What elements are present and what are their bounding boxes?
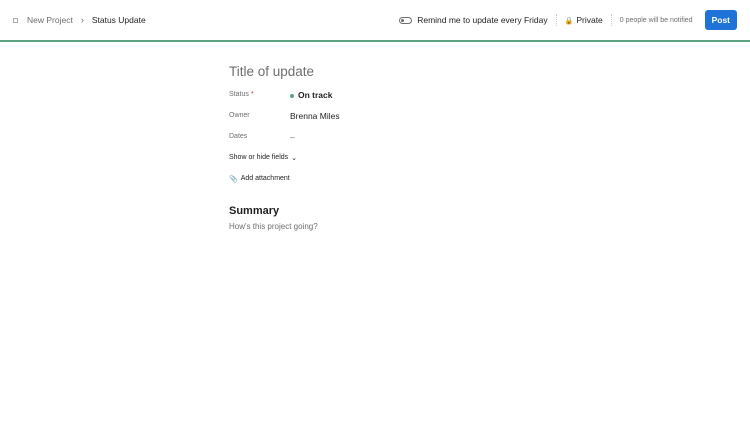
privacy-button[interactable]: 🔒 Private xyxy=(565,15,603,25)
project-icon xyxy=(13,17,18,23)
chevron-right-icon: › xyxy=(80,15,84,25)
field-label: Owner xyxy=(229,112,250,119)
attachment-label: Add attachment xyxy=(240,175,290,182)
post-button[interactable]: Post xyxy=(704,10,737,30)
field-status: Status * On track xyxy=(229,84,529,105)
chevron-down-icon: ⌄ xyxy=(291,154,298,162)
divider xyxy=(610,14,612,26)
summary-heading: Summary xyxy=(229,205,280,217)
privacy-label: Private xyxy=(576,15,603,25)
update-form: Title of update Status * On track Owner … xyxy=(229,64,529,231)
remind-toggle[interactable] xyxy=(399,16,413,24)
field-label: Status xyxy=(229,91,249,98)
divider xyxy=(555,14,557,26)
top-bar: New Project › Status Update Remind me to… xyxy=(0,0,750,40)
field-dates: Dates – xyxy=(229,126,529,147)
dates-value[interactable]: – xyxy=(290,132,295,142)
breadcrumb-project[interactable]: New Project xyxy=(27,15,73,25)
status-value: On track xyxy=(298,89,333,100)
title-input[interactable]: Title of update xyxy=(229,64,529,84)
notify-count: 0 people will be notified xyxy=(619,16,693,24)
status-dot-icon xyxy=(290,93,294,98)
remind-label: Remind me to update every Friday xyxy=(417,15,548,25)
show-hide-label: Show or hide fields xyxy=(229,154,289,161)
show-hide-fields-button[interactable]: Show or hide fields ⌄ xyxy=(229,147,529,168)
required-mark: * xyxy=(250,91,254,98)
field-label: Dates xyxy=(229,133,248,140)
field-owner: Owner Brenna Miles xyxy=(229,105,529,126)
status-select[interactable]: On track xyxy=(290,90,333,100)
breadcrumb: New Project › Status Update xyxy=(13,15,146,25)
status-color-bar xyxy=(0,40,750,42)
summary-input[interactable]: How's this project going? xyxy=(229,222,529,231)
paperclip-icon: 📎 xyxy=(229,175,238,183)
lock-icon: 🔒 xyxy=(564,18,574,25)
add-attachment-button[interactable]: 📎 Add attachment xyxy=(229,168,529,189)
owner-value[interactable]: Brenna Miles xyxy=(290,111,340,121)
breadcrumb-current: Status Update xyxy=(91,15,146,25)
